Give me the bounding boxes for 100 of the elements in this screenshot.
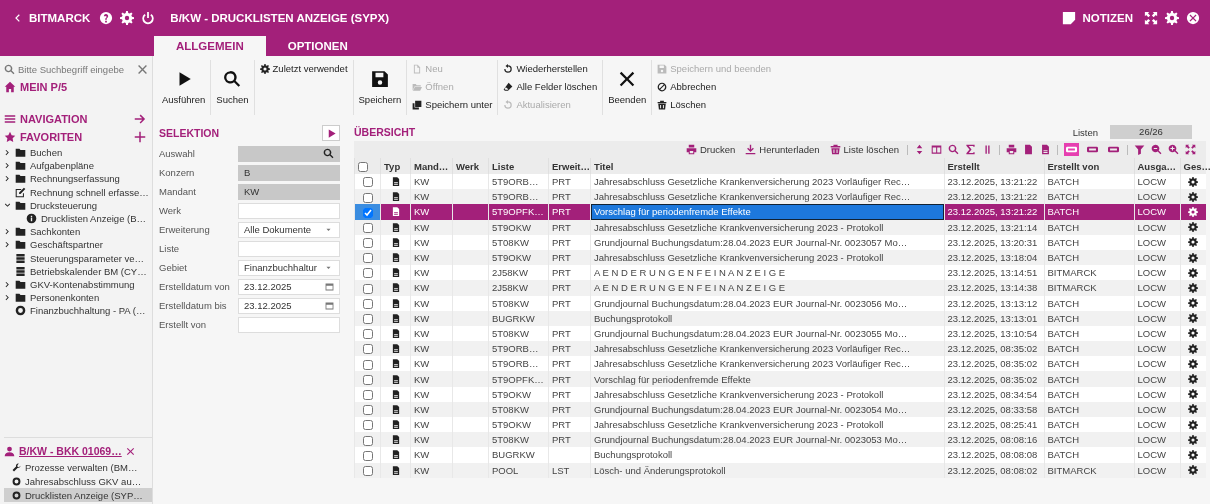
chevron-right-icon[interactable] <box>4 228 11 236</box>
fullscreen-icon[interactable] <box>1144 11 1158 25</box>
tree-item[interactable]: Rechnung schnell erfasse… <box>30 186 149 198</box>
navigation-heading[interactable]: NAVIGATION <box>20 113 88 125</box>
gear-icon[interactable] <box>1188 282 1199 293</box>
gear-icon[interactable] <box>1188 252 1199 263</box>
toolbar-button[interactable]: Beenden <box>605 60 650 115</box>
home-link[interactable]: MEIN P/5 <box>20 81 68 93</box>
row-checkbox[interactable] <box>362 314 373 324</box>
select-all-checkbox[interactable] <box>358 161 368 172</box>
row-checkbox[interactable] <box>362 374 373 385</box>
input-field[interactable]: B <box>238 164 340 181</box>
toolbar-button[interactable]: Speichern unter <box>409 97 496 112</box>
column-header[interactable]: Erstellt von <box>1044 158 1134 174</box>
table-row[interactable]: KW 5T9ORB… PRT Jahresabschluss Gesetzliche Krankenversicherung 2023 Vorläufiger Rec… 23.12.2025, 13:21:22 BATCH LOCW <box>354 189 1206 205</box>
add-icon[interactable] <box>134 131 146 143</box>
chevron-right-icon[interactable] <box>4 175 11 183</box>
row-checkbox[interactable] <box>362 435 373 446</box>
gear-icon[interactable] <box>1188 389 1199 400</box>
gear-icon[interactable] <box>1188 343 1199 354</box>
arrow-right-icon[interactable] <box>134 113 146 125</box>
tree-item[interactable]: Drucksteuerung <box>30 199 98 211</box>
note-icon[interactable] <box>1061 11 1076 25</box>
table-row[interactable]: KW 5T9OPFK… PRT Vorschlag für periodenfremde Effekte 23.12.2025, 13:21:22 BATCH LOCW <box>354 204 1206 220</box>
column-header[interactable]: Werk <box>452 158 489 174</box>
table-row[interactable]: KW 2J58KW PRT A E N D E R U N G E N F E I N A N Z E I G E 23.12.2025, 13:14:38 BITMARCK LOCW <box>354 280 1206 296</box>
session-item[interactable]: Prozesse verwalten (BM… <box>4 460 152 474</box>
tree-item[interactable]: Drucklisten Anzeige (B… <box>41 213 147 225</box>
gear-icon[interactable] <box>1188 298 1199 309</box>
row-checkbox[interactable] <box>362 177 373 188</box>
row-checkbox[interactable] <box>362 450 373 461</box>
chevron-right-icon[interactable] <box>4 162 11 170</box>
column-header[interactable]: Typ <box>380 158 411 174</box>
dropdown[interactable]: Alle Dokumente <box>238 221 340 238</box>
column-header[interactable]: Liste <box>488 158 549 174</box>
table-row[interactable]: KW 5T9ORB… PRT Jahresabschluss Gesetzliche Krankenversicherung 2023 Vorläufiger Rec… 23.12.2025, 08:35:02 BATCH LOCW <box>354 341 1206 357</box>
toolbar-button[interactable]: Zuletzt verwendet <box>256 61 351 76</box>
chevron-right-icon[interactable] <box>4 241 11 249</box>
tab[interactable]: OPTIONEN <box>265 36 370 56</box>
columns-icon[interactable] <box>931 144 942 155</box>
column-header[interactable]: Erweit… <box>548 158 591 174</box>
run-button[interactable] <box>322 125 340 141</box>
zoom-in-icon[interactable] <box>1168 144 1179 155</box>
table-row[interactable]: KW 5T9ORB… PRT Jahresabschluss Gesetzliche Krankenversicherung 2023 Vorläufiger Rec… 23.12.2025, 13:21:22 BATCH LOCW <box>354 174 1206 190</box>
filter-icon[interactable] <box>1134 144 1145 155</box>
notes-link[interactable]: NOTIZEN <box>1082 12 1133 24</box>
gears-icon[interactable] <box>1165 11 1179 25</box>
print-icon[interactable] <box>1006 144 1017 155</box>
toolbar-button[interactable]: Alle Felder löschen <box>500 79 601 94</box>
tree-item[interactable]: Personenkonten <box>30 292 100 304</box>
row-checkbox[interactable] <box>362 222 373 233</box>
gear-icon[interactable] <box>1188 267 1199 278</box>
close-icon[interactable] <box>125 446 135 456</box>
column-header[interactable]: Erstellt <box>944 158 1044 174</box>
input-field[interactable] <box>238 240 340 257</box>
fullscreen-icon[interactable] <box>1185 144 1196 155</box>
input-field[interactable] <box>238 202 340 219</box>
table-row[interactable]: KW 5T9ORB… PRT Jahresabschluss Gesetzliche Krankenversicherung 2023 Vorläufiger Rec… 23.12.2025, 08:35:02 BATCH LOCW <box>354 356 1206 372</box>
toolbar-button[interactable]: Ausführen <box>159 60 209 115</box>
action-button[interactable]: Drucken <box>683 144 738 155</box>
chevron-right-icon[interactable] <box>4 280 11 288</box>
sort-icon[interactable] <box>914 144 925 155</box>
search-field[interactable]: Bitte Suchbegriff eingebe <box>4 60 148 78</box>
tree-item[interactable]: GKV-Kontenabstimmung <box>30 278 135 290</box>
row-checkbox[interactable] <box>362 283 373 294</box>
action-button[interactable]: Liste löschen <box>827 144 901 155</box>
search-icon[interactable] <box>948 144 959 155</box>
tree-item[interactable]: Geschäftspartner <box>30 239 103 251</box>
zoom-out-icon[interactable] <box>1151 144 1162 155</box>
row-checkbox[interactable] <box>362 359 373 370</box>
close-icon[interactable] <box>1186 11 1200 25</box>
gear-icon[interactable] <box>1188 449 1199 460</box>
gear-icon[interactable] <box>1188 404 1199 415</box>
row-checkbox[interactable] <box>362 268 373 279</box>
column-header[interactable]: Mand… <box>410 158 453 174</box>
tree-item[interactable]: Buchen <box>30 147 63 159</box>
chevron-right-icon[interactable] <box>4 294 11 302</box>
column-header[interactable]: Titel <box>590 158 944 174</box>
input-field[interactable] <box>238 145 340 162</box>
view-toggle[interactable] <box>1064 143 1079 156</box>
chevron-down-icon[interactable] <box>4 201 11 209</box>
gear-icon[interactable] <box>1188 191 1199 202</box>
row-checkbox[interactable] <box>362 344 373 355</box>
pause-icon[interactable] <box>982 144 993 155</box>
table-row[interactable]: KW 5T08KW PRT Grundjournal Buchungsdatum:28.04.2023 EUR Journal-Nr. 0023053 Mo… 23.12.2025, 08:08:16 BATCH LOCW <box>354 432 1206 448</box>
row-checkbox[interactable] <box>362 420 373 431</box>
tree-item[interactable]: Finanzbuchhaltung - PA (… <box>30 305 146 317</box>
date-field[interactable]: 23.12.2025 <box>238 297 340 314</box>
file-icon[interactable] <box>1040 144 1051 155</box>
file-icon[interactable] <box>1023 144 1034 155</box>
favorites-heading[interactable]: FAVORITEN <box>20 131 83 143</box>
row-checkbox[interactable] <box>362 389 373 400</box>
power-icon[interactable] <box>141 11 156 25</box>
gear-icon[interactable] <box>1188 176 1199 187</box>
row-checkbox[interactable] <box>362 207 373 218</box>
tree-item[interactable]: Betriebskalender BM (CY… <box>30 265 147 277</box>
row-checkbox[interactable] <box>362 465 373 476</box>
row-checkbox[interactable] <box>362 253 373 264</box>
row-checkbox[interactable] <box>362 329 373 340</box>
input-field[interactable] <box>238 316 340 333</box>
